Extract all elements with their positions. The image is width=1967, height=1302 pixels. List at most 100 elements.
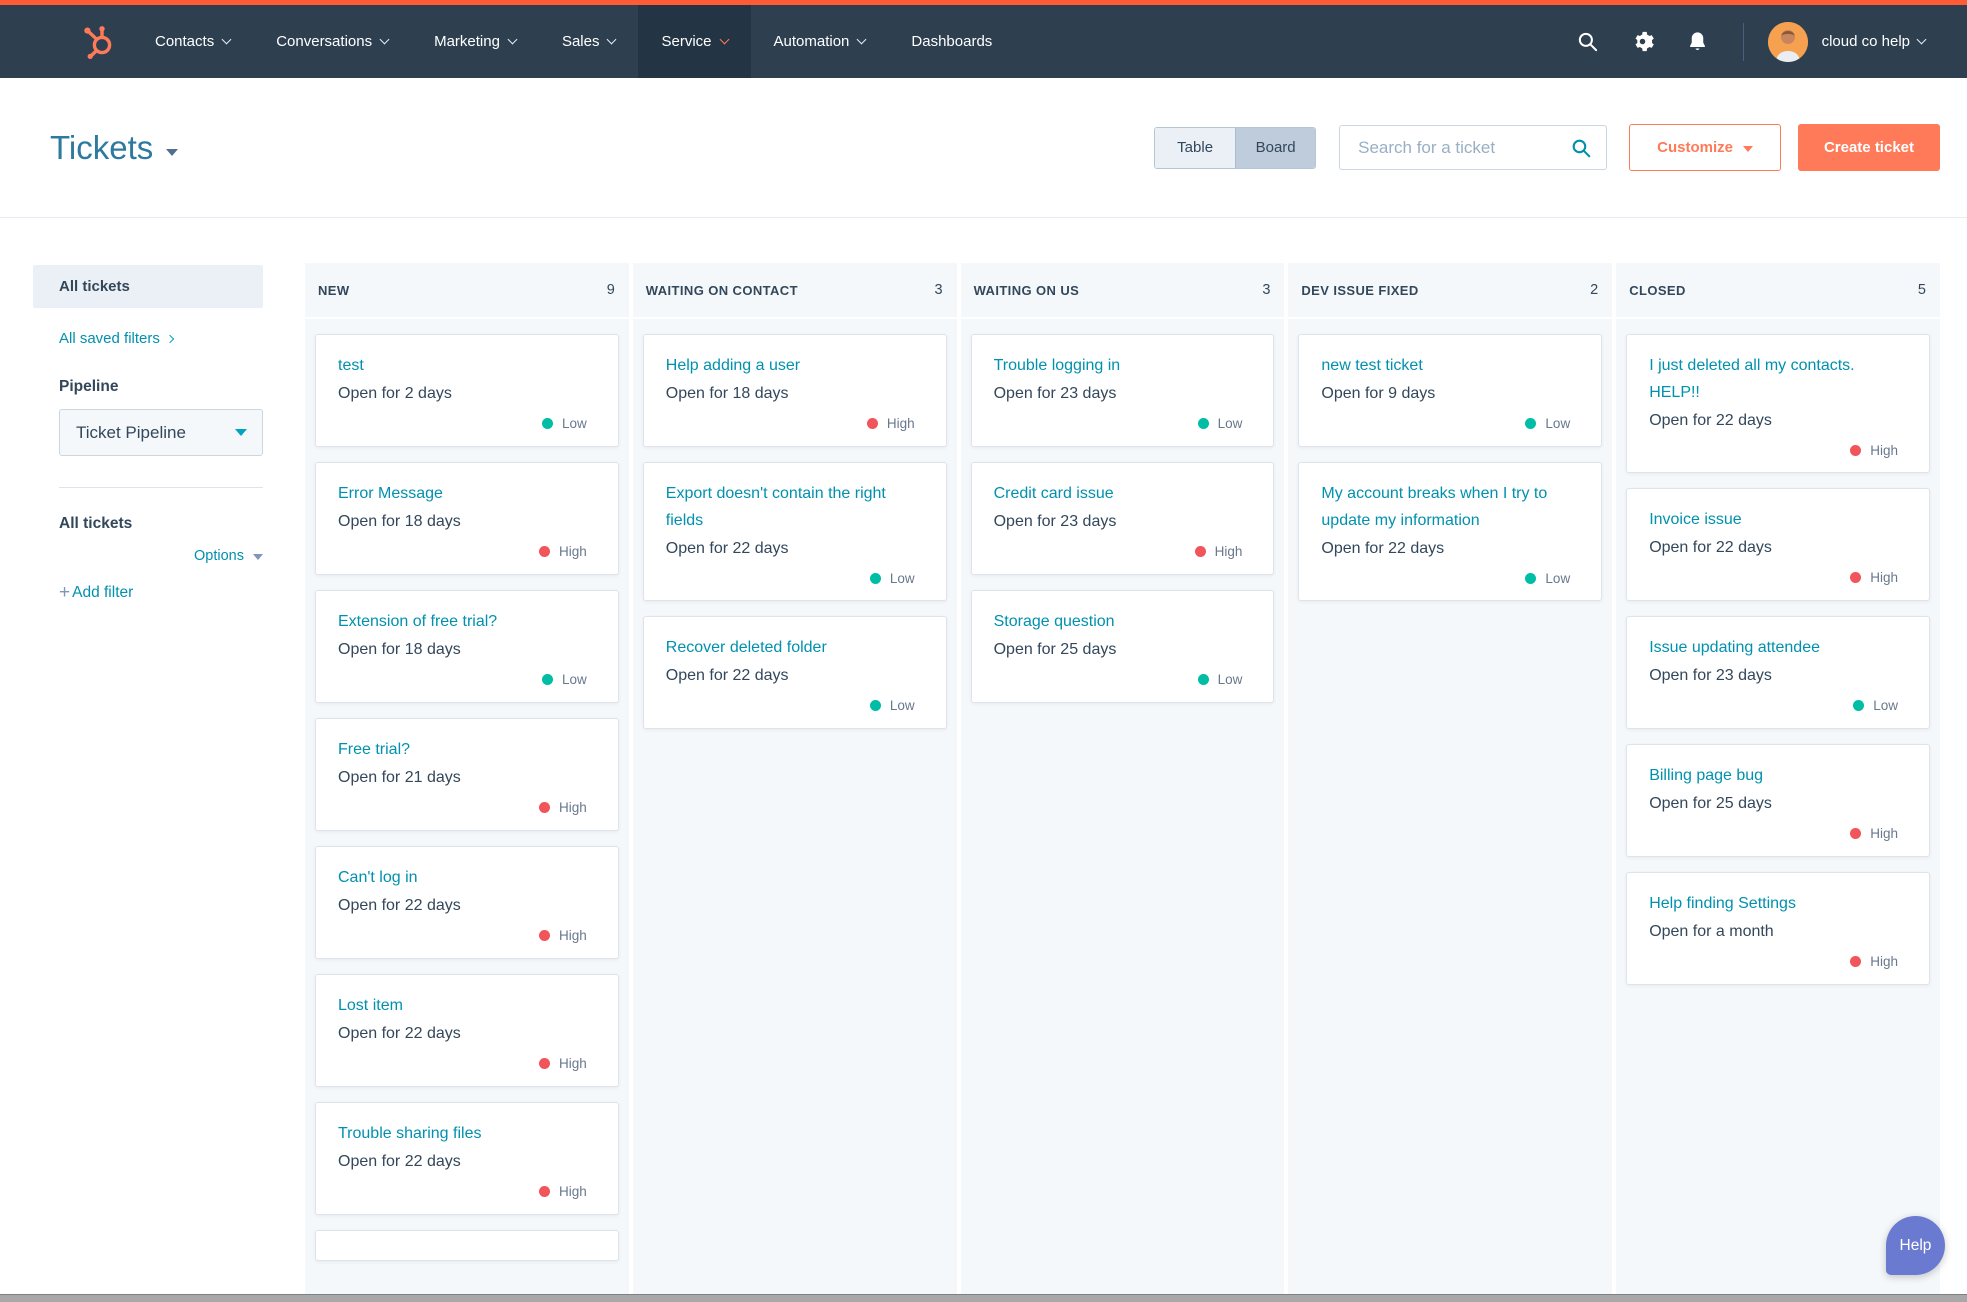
priority-label: High [1870,826,1898,841]
ticket-title-link[interactable]: Lost item [338,992,596,1019]
ticket-card[interactable]: Invoice issue Open for 22 days High [1626,488,1930,601]
ticket-card[interactable]: Trouble sharing files Open for 22 days Hig… [315,1102,619,1215]
nav-menu: Contacts Conversations Marketing Sales Servi… [132,5,1015,78]
ticket-title-link[interactable]: Free trial? [338,736,596,763]
column-body: Help adding a user Open for 18 days High Ex… [633,319,957,1302]
avatar[interactable] [1767,21,1808,62]
column-name: DEV ISSUE FIXED [1301,282,1419,298]
column-count: 3 [1262,282,1271,298]
nav-item-marketing[interactable]: Marketing [411,5,539,78]
options-menu[interactable]: Options [59,548,263,564]
account-menu[interactable]: cloud co help [1821,33,1927,50]
ticket-title-link[interactable]: My account breaks when I try to update m… [1321,480,1579,534]
ticket-title-link[interactable]: test [338,352,596,379]
ticket-priority: High [1649,826,1898,841]
help-button[interactable]: Help [1886,1216,1945,1275]
nav-item-label: Conversations [276,33,373,50]
ticket-priority: Low [666,698,915,713]
priority-dot-icon [1850,828,1862,839]
ticket-title-link[interactable]: Export doesn't contain the right fields [666,480,924,534]
ticket-title-link[interactable]: Help adding a user [666,352,924,379]
nav-item-label: Contacts [155,33,215,50]
ticket-title-link[interactable]: Trouble logging in [994,352,1252,379]
search-icon[interactable] [1570,137,1592,159]
ticket-title-link[interactable]: Error Message [338,480,596,507]
ticket-title-link[interactable]: Extension of free trial? [338,608,596,635]
chevron-down-icon [1916,34,1927,45]
ticket-priority: High [338,1056,587,1071]
ticket-card[interactable]: new test ticket Open for 9 days Low [1298,334,1603,447]
customize-button[interactable]: Customize [1629,124,1781,171]
ticket-open-duration: Open for 23 days [993,385,1117,402]
ticket-open-duration: Open for 25 days [1649,795,1772,812]
ticket-title-link[interactable]: Recover deleted folder [666,634,924,661]
ticket-card-partial[interactable] [315,1230,619,1261]
ticket-card[interactable]: Storage question Open for 25 days Low [970,590,1275,703]
ticket-card[interactable]: Can't log in Open for 22 days High [315,846,619,959]
nav-item-label: Service [661,33,712,50]
sidebar-item-all-tickets[interactable]: All tickets [33,265,263,308]
nav-item-sales[interactable]: Sales [539,5,639,78]
ticket-card[interactable]: Free trial? Open for 21 days High [315,718,619,831]
settings-gear-icon[interactable] [1631,30,1654,53]
table-view-button[interactable]: Table [1155,127,1236,168]
ticket-card[interactable]: I just deleted all my contacts. HELP!! Op… [1626,334,1930,473]
ticket-card[interactable]: Recover deleted folder Open for 22 days Lo… [642,616,947,729]
nav-item-contacts[interactable]: Contacts [132,5,253,78]
ticket-title-link[interactable]: Help finding Settings [1649,890,1907,917]
column-name: WAITING ON CONTACT [645,282,798,298]
nav-item-service[interactable]: Service [638,5,751,78]
chevron-right-icon [165,334,175,344]
ticket-card[interactable]: Credit card issue Open for 23 days High [970,462,1275,575]
ticket-title-link[interactable]: Credit card issue [994,480,1252,507]
ticket-card[interactable]: Error Message Open for 18 days High [315,462,619,575]
page-title-menu[interactable]: Tickets [50,129,179,167]
column-header: WAITING ON US 3 [960,263,1285,319]
priority-dot-icon [1525,573,1537,584]
nav-item-dashboards[interactable]: Dashboards [888,5,1015,78]
all-saved-filters-link[interactable]: All saved filters [59,330,175,347]
nav-item-automation[interactable]: Automation [751,5,889,78]
board-column-waiting-on-contact: WAITING ON CONTACT 3 Help adding a user Ope… [632,263,957,1302]
horizontal-scrollbar[interactable] [0,1294,1967,1302]
pipeline-select[interactable]: Ticket Pipeline [59,409,263,456]
sidebar-divider [59,487,263,488]
priority-dot-icon [539,930,551,941]
ticket-card[interactable]: Help finding Settings Open for a month Hig… [1626,872,1930,985]
search-icon[interactable] [1576,30,1599,53]
ticket-title-link[interactable]: I just deleted all my contacts. HELP!! [1649,352,1907,406]
ticket-card[interactable]: My account breaks when I try to update m… [1298,462,1603,601]
nav-item-label: Marketing [434,33,500,50]
ticket-priority: Low [994,672,1242,687]
ticket-card[interactable]: Help adding a user Open for 18 days High [642,334,947,447]
ticket-card[interactable]: Trouble logging in Open for 23 days Low [970,334,1275,447]
hubspot-sprocket-icon[interactable] [80,24,116,60]
ticket-title-link[interactable]: new test ticket [1321,352,1579,379]
ticket-priority: High [338,928,587,943]
ticket-card[interactable]: Extension of free trial? Open for 18 days… [315,590,619,703]
ticket-search-input[interactable] [1358,137,1563,158]
account-name: cloud co help [1821,33,1910,50]
ticket-title-link[interactable]: Issue updating attendee [1649,634,1907,661]
create-ticket-button[interactable]: Create ticket [1797,124,1940,171]
ticket-title-link[interactable]: Invoice issue [1649,506,1907,533]
ticket-card[interactable]: Issue updating attendee Open for 23 days L… [1626,616,1930,729]
content: All tickets All saved filters Pipeline T… [0,218,1967,1302]
chevron-down-icon [507,34,518,45]
notifications-bell-icon[interactable] [1686,30,1709,53]
add-filter-button[interactable]: + Add filter [59,583,133,602]
chevron-down-icon [719,34,729,45]
view-toggle: Table Board [1154,126,1317,169]
nav-item-conversations[interactable]: Conversations [253,5,411,78]
ticket-card[interactable]: test Open for 2 days Low [315,334,619,447]
ticket-card[interactable]: Billing page bug Open for 25 days High [1626,744,1930,857]
nav-item-label: Sales [561,33,600,50]
ticket-title-link[interactable]: Storage question [994,608,1252,635]
ticket-title-link[interactable]: Can't log in [338,864,596,891]
column-body: Trouble logging in Open for 23 days Low Cre… [961,319,1285,1302]
board-view-button[interactable]: Board [1235,127,1316,168]
ticket-title-link[interactable]: Billing page bug [1649,762,1907,789]
ticket-card[interactable]: Lost item Open for 22 days High [315,974,619,1087]
ticket-card[interactable]: Export doesn't contain the right fields O… [642,462,947,601]
ticket-title-link[interactable]: Trouble sharing files [338,1120,596,1147]
